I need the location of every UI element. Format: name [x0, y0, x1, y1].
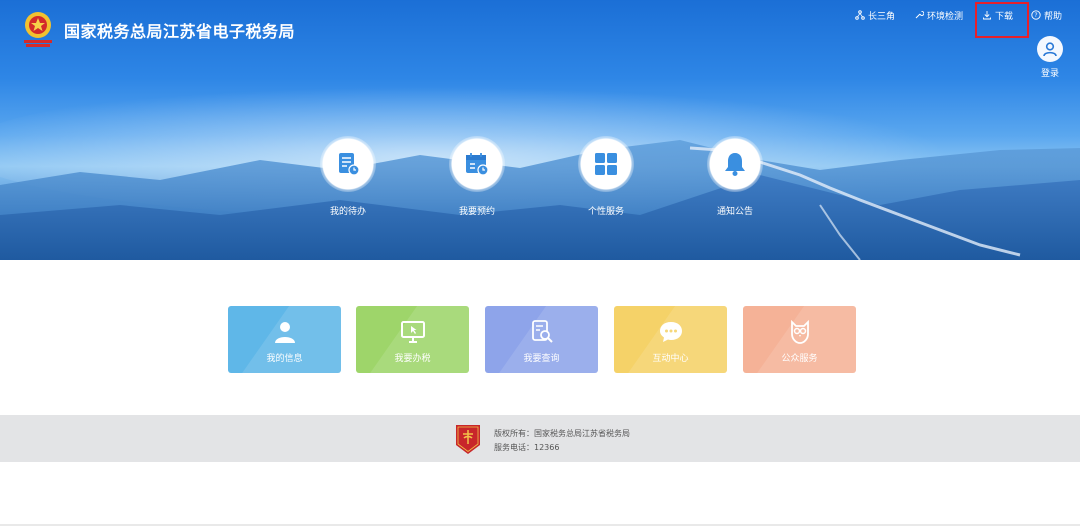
- nav-help[interactable]: ? 帮助: [1031, 9, 1062, 22]
- owl-icon: [790, 319, 809, 344]
- card-label: 公众服务: [781, 354, 818, 364]
- wrench-icon: [915, 10, 925, 19]
- search-doc-icon: [531, 320, 553, 343]
- quick-entry-notice[interactable]: 通知公告: [695, 136, 775, 217]
- quick-entry-my-todo[interactable]: 我的待办: [308, 136, 388, 217]
- card-label: 互动中心: [652, 354, 689, 364]
- card-label: 我的信息: [266, 354, 303, 364]
- quick-entry-appointment[interactable]: 我要预约: [437, 136, 517, 217]
- quick-entry-label: 我要预约: [458, 207, 495, 217]
- help-icon: ?: [1031, 10, 1041, 20]
- tax-emblem-logo: [24, 12, 52, 47]
- card-label: 我要查询: [523, 354, 560, 364]
- footer-copyright: 版权所有：国家税务总局江苏省税务局: [494, 429, 630, 438]
- hero-banner: 国家税务总局江苏省电子税务局 长三角 环境检测 下载 ? 帮助 登录 我的待办: [0, 0, 1080, 260]
- brand: 国家税务总局江苏省电子税务局: [20, 10, 295, 50]
- card-public-service[interactable]: 公众服务: [743, 306, 856, 373]
- nav-label: 长三角: [868, 11, 896, 22]
- nav-yangtze-delta[interactable]: 长三角: [855, 9, 895, 22]
- login-label: 登录: [1040, 69, 1059, 79]
- nav-label: 帮助: [1044, 11, 1063, 22]
- tax-bureau-badge-logo: [456, 425, 480, 454]
- login-button[interactable]: 登录: [1036, 36, 1064, 79]
- card-query[interactable]: 我要查询: [485, 306, 598, 373]
- nav-label: 环境检测: [927, 11, 964, 22]
- grid-icon: [578, 136, 634, 192]
- card-interaction-center[interactable]: 互动中心: [614, 306, 727, 373]
- card-my-info[interactable]: 我的信息: [228, 306, 341, 373]
- user-icon: [274, 322, 295, 343]
- quick-entry-personal-service[interactable]: 个性服务: [566, 136, 646, 217]
- site-title: 国家税务总局江苏省电子税务局: [64, 22, 296, 41]
- nav-environment-check[interactable]: 环境检测: [914, 9, 963, 22]
- todo-list-icon: [320, 136, 376, 192]
- footer-info: 版权所有：国家税务总局江苏省税务局 服务电话：12366: [494, 427, 630, 455]
- download-highlight-box: [975, 2, 1029, 38]
- quick-entry-label: 我的待办: [329, 207, 366, 217]
- footer-phone: 服务电话：12366: [494, 443, 560, 452]
- quick-entry-label: 通知公告: [716, 207, 753, 217]
- bell-icon: [707, 136, 763, 192]
- svg-text:?: ?: [1034, 12, 1037, 19]
- quick-entry-label: 个性服务: [587, 207, 624, 217]
- top-navigation: 长三角 环境检测 下载 ? 帮助: [855, 7, 1062, 23]
- card-handle-tax[interactable]: 我要办税: [356, 306, 469, 373]
- network-icon: [855, 10, 865, 20]
- user-avatar-icon: [1037, 36, 1063, 62]
- calendar-icon: [449, 136, 505, 192]
- card-label: 我要办税: [394, 354, 431, 364]
- chat-icon: [659, 322, 682, 342]
- monitor-icon: [400, 321, 425, 343]
